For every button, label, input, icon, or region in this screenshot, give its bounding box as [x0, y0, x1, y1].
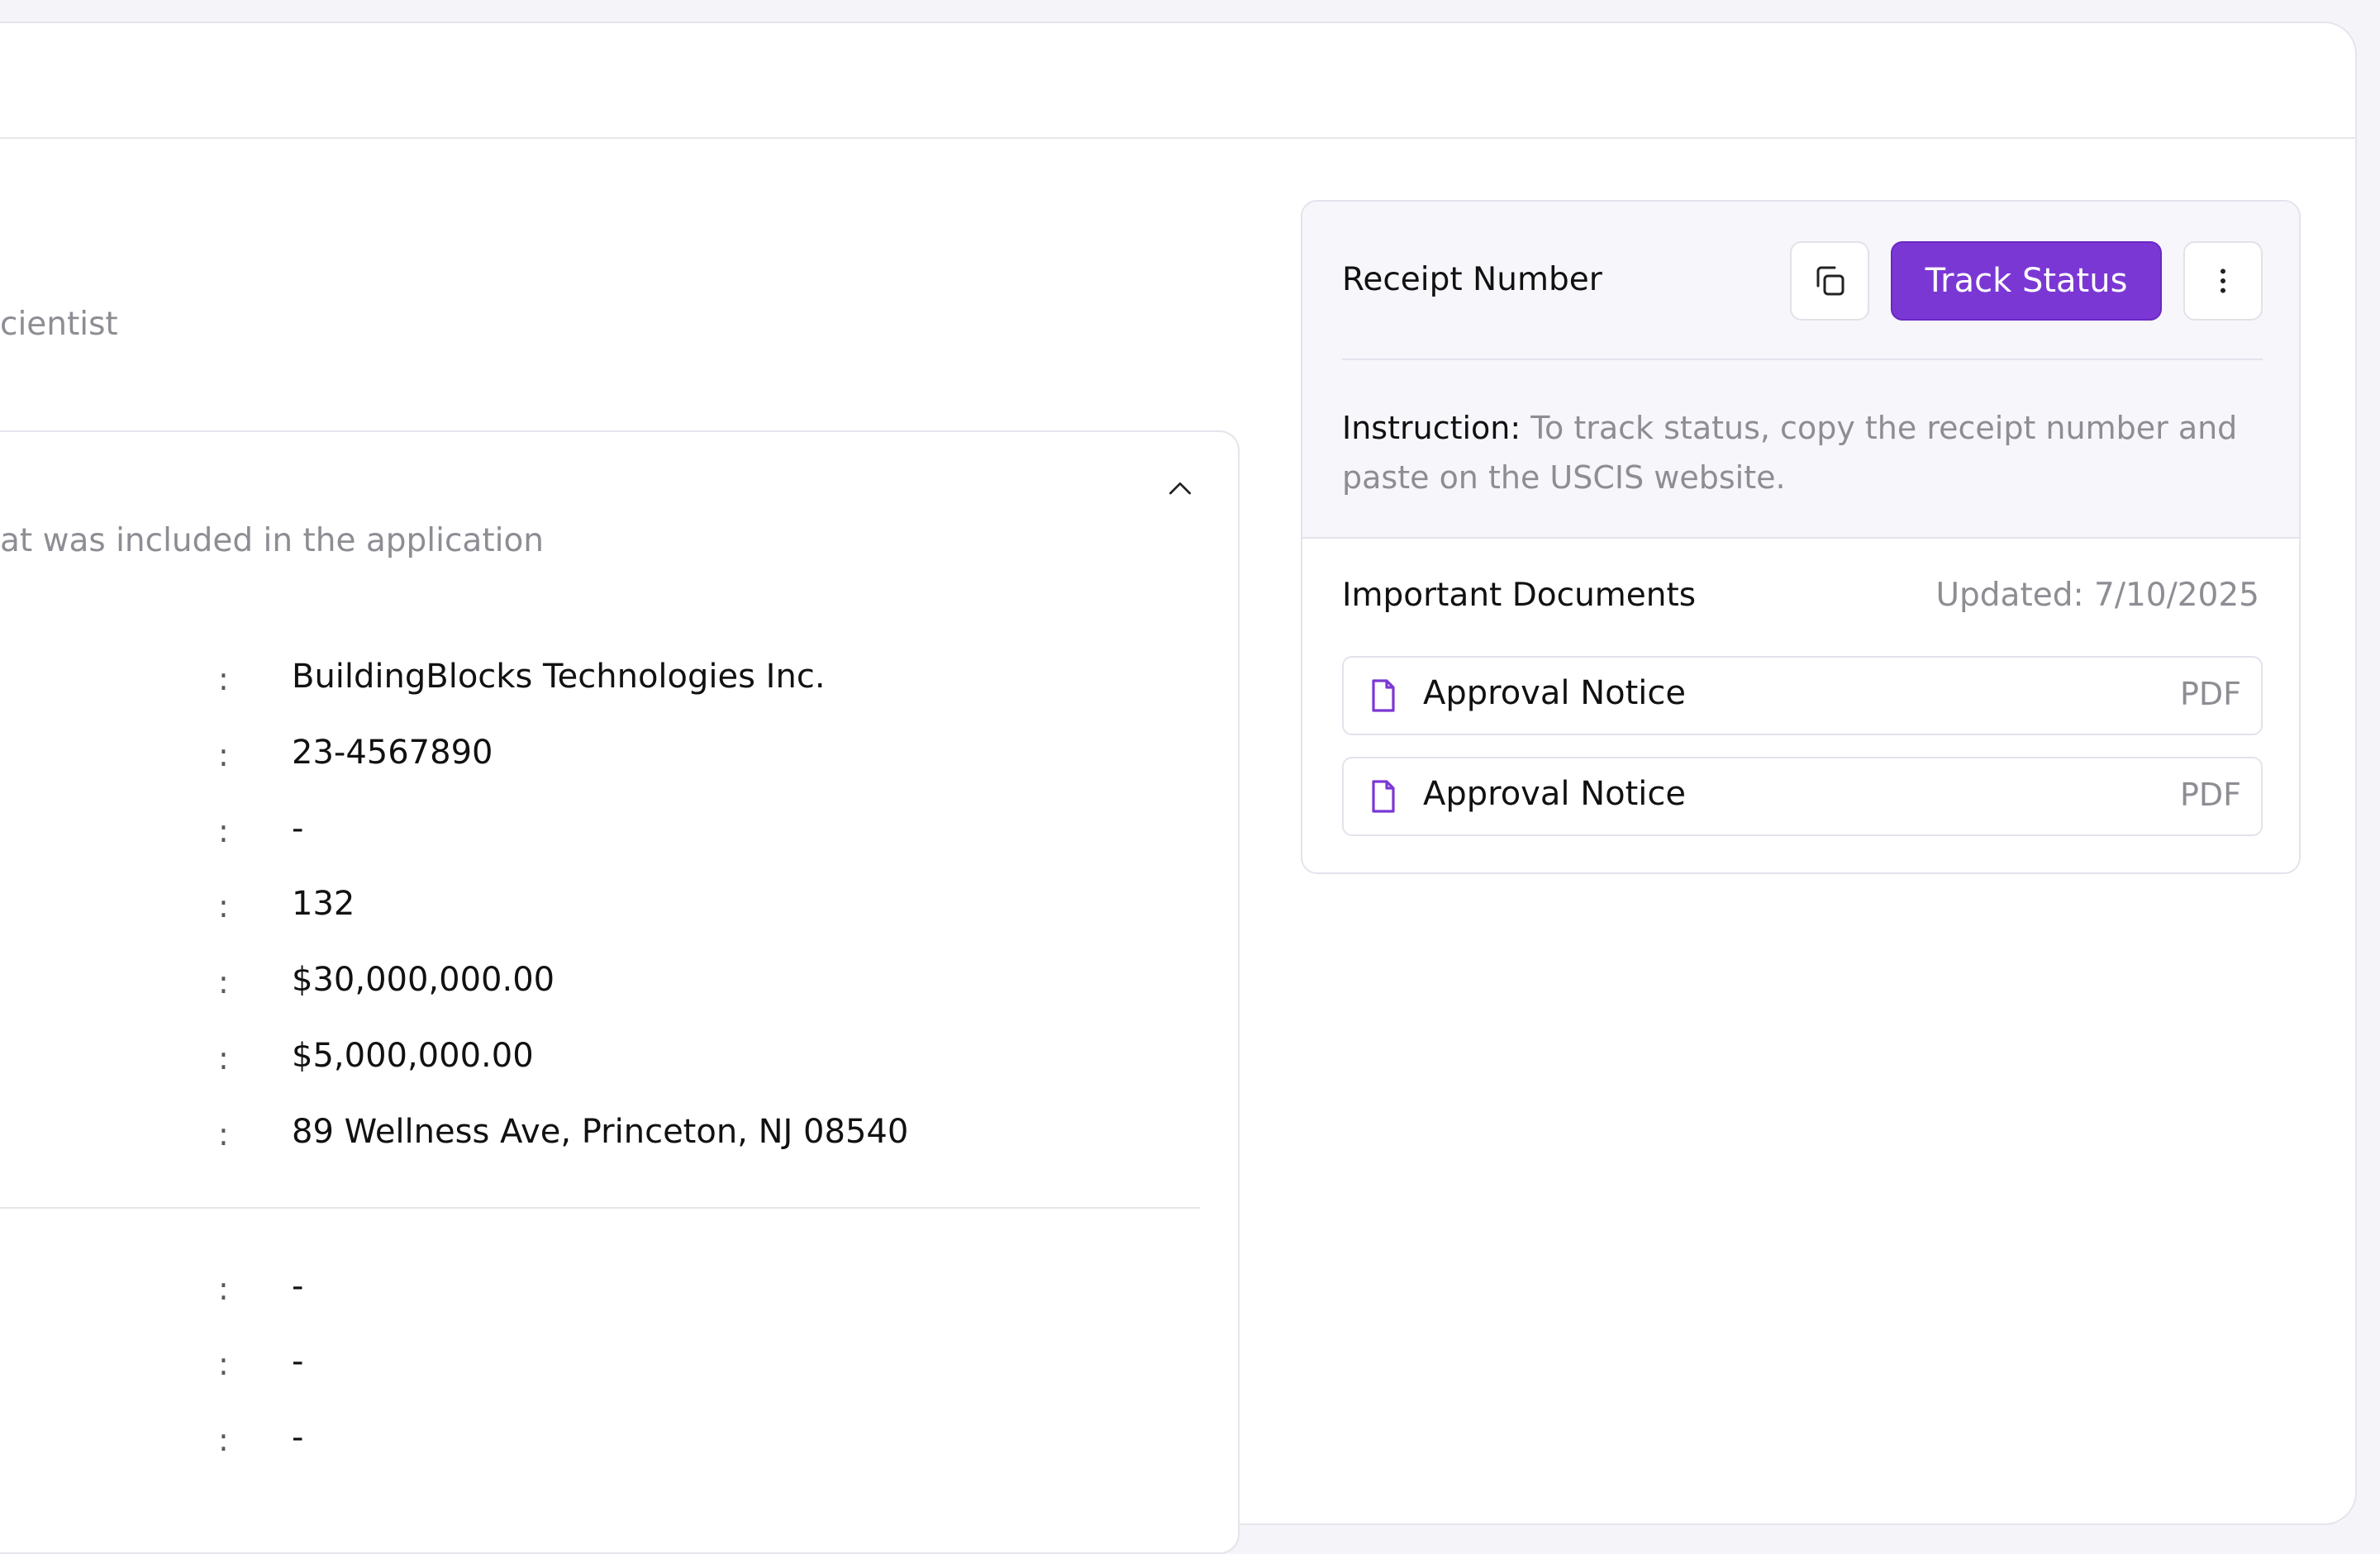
row-separator: : — [218, 737, 229, 773]
document-type: PDF — [2179, 777, 2241, 813]
row-separator: : — [218, 964, 229, 1000]
row-value: 89 Wellness Ave, Princeton, NJ 08540 — [292, 1113, 909, 1151]
document-name: Approval Notice — [1423, 775, 1686, 813]
row-value: 132 — [292, 885, 355, 923]
copy-icon — [1816, 266, 1844, 296]
instruction-label: Instruction: — [1342, 410, 1521, 446]
detail-row: : 132 — [0, 882, 1074, 931]
detail-row: : - — [0, 806, 1074, 856]
row-value: $30,000,000.00 — [292, 961, 555, 999]
detail-row: : - — [0, 1339, 1074, 1389]
page-subtitle: cientist — [0, 306, 118, 343]
more-options-button[interactable] — [2183, 241, 2263, 321]
row-separator: : — [218, 1346, 229, 1382]
more-vertical-icon — [2221, 269, 2225, 293]
detail-row: : $30,000,000.00 — [0, 958, 1074, 1007]
row-separator: : — [218, 1040, 229, 1076]
header-divider — [0, 137, 2357, 139]
row-value: - — [292, 1267, 304, 1305]
detail-row: : 23-4567890 — [0, 730, 1074, 780]
instruction-text: Instruction: To track status, copy the r… — [1342, 403, 2268, 502]
receipt-panel: Receipt Number Track Status Instruction:… — [1301, 200, 2301, 874]
row-value: - — [292, 810, 304, 848]
detail-row: : BuildingBlocks Technologies Inc. — [0, 654, 1074, 704]
detail-row: : $5,000,000.00 — [0, 1034, 1074, 1083]
document-name: Approval Notice — [1423, 674, 1686, 712]
row-value: $5,000,000.00 — [292, 1037, 534, 1075]
document-item[interactable]: Approval Notice PDF — [1342, 656, 2263, 735]
documents-title: Important Documents — [1342, 577, 1697, 614]
detail-row: : - — [0, 1415, 1074, 1465]
section-divider — [0, 1207, 1200, 1209]
receipt-header: Receipt Number Track Status Instruction:… — [1302, 202, 2299, 539]
row-separator: : — [218, 1422, 229, 1458]
file-icon — [1372, 780, 1395, 813]
copy-receipt-button[interactable] — [1790, 241, 1869, 321]
document-type: PDF — [2179, 676, 2241, 712]
card-description: at was included in the application — [0, 522, 545, 559]
collapse-section-button[interactable] — [1160, 469, 1200, 509]
row-value: - — [292, 1419, 304, 1457]
detail-row: : - — [0, 1264, 1074, 1314]
receipt-divider — [1342, 359, 2263, 360]
document-item[interactable]: Approval Notice PDF — [1342, 757, 2263, 836]
row-separator: : — [218, 661, 229, 697]
row-separator: : — [218, 813, 229, 849]
file-icon — [1372, 679, 1395, 712]
receipt-title: Receipt Number — [1342, 261, 1602, 298]
row-value: BuildingBlocks Technologies Inc. — [292, 658, 826, 696]
chevron-up-icon — [1169, 482, 1191, 495]
track-status-button[interactable]: Track Status — [1891, 241, 2162, 321]
row-value: 23-4567890 — [292, 734, 493, 772]
row-separator: : — [218, 1116, 229, 1152]
row-separator: : — [218, 888, 229, 924]
row-value: - — [292, 1343, 304, 1381]
detail-row: : 89 Wellness Ave, Princeton, NJ 08540 — [0, 1110, 1074, 1159]
row-separator: : — [218, 1271, 229, 1307]
documents-updated: Updated: 7/10/2025 — [1935, 577, 2259, 614]
